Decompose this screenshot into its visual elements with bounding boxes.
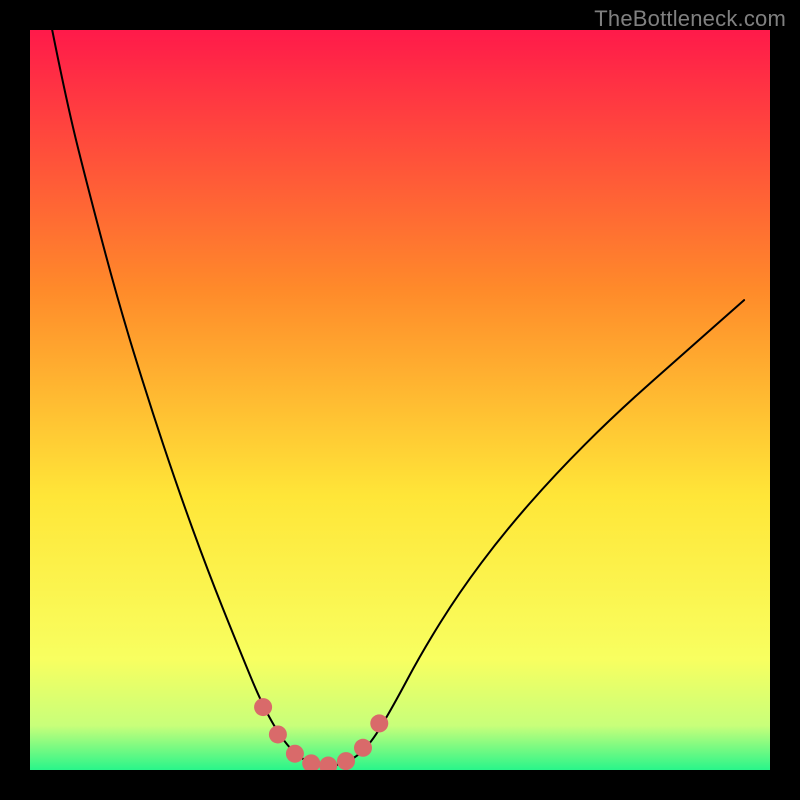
chart-svg	[30, 30, 770, 770]
marker-dot	[337, 752, 355, 770]
marker-dot	[370, 714, 388, 732]
marker-dot	[286, 745, 304, 763]
gradient-background	[30, 30, 770, 770]
marker-dot	[254, 698, 272, 716]
marker-dot	[269, 725, 287, 743]
watermark: TheBottleneck.com	[594, 6, 786, 32]
marker-dot	[354, 739, 372, 757]
plot-area	[30, 30, 770, 770]
